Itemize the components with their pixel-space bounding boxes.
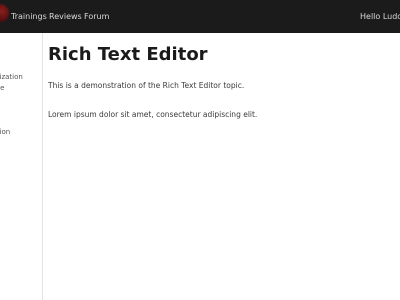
nav-link-forum[interactable]: Forum <box>84 11 109 22</box>
user-greeting[interactable]: Hello Ludov <box>360 11 400 22</box>
sidebar-item-style[interactable]: yle <box>0 84 4 93</box>
sidebar-item-insertion[interactable]: sertion <box>0 128 10 137</box>
page: Trainings Reviews Forum Hello Ludov or s… <box>0 0 400 300</box>
page-title: Rich Text Editor <box>48 44 208 65</box>
intro-paragraph: This is a demonstration of the Rich Text… <box>48 81 245 90</box>
nav-link-reviews[interactable]: Reviews <box>49 11 82 22</box>
sidebar-item-customization[interactable]: stomization <box>0 73 23 82</box>
body-paragraph: Lorem ipsum dolor sit amet, consectetur … <box>48 110 258 119</box>
top-navigation-bar: Trainings Reviews Forum Hello Ludov <box>0 0 400 33</box>
main-content: Rich Text Editor This is a demonstration… <box>43 33 400 300</box>
nav-link-trainings[interactable]: Trainings <box>11 11 47 22</box>
brand-logo-icon[interactable] <box>0 4 9 22</box>
topic-sidebar: or stomization yle ion t sertion <box>0 33 43 300</box>
